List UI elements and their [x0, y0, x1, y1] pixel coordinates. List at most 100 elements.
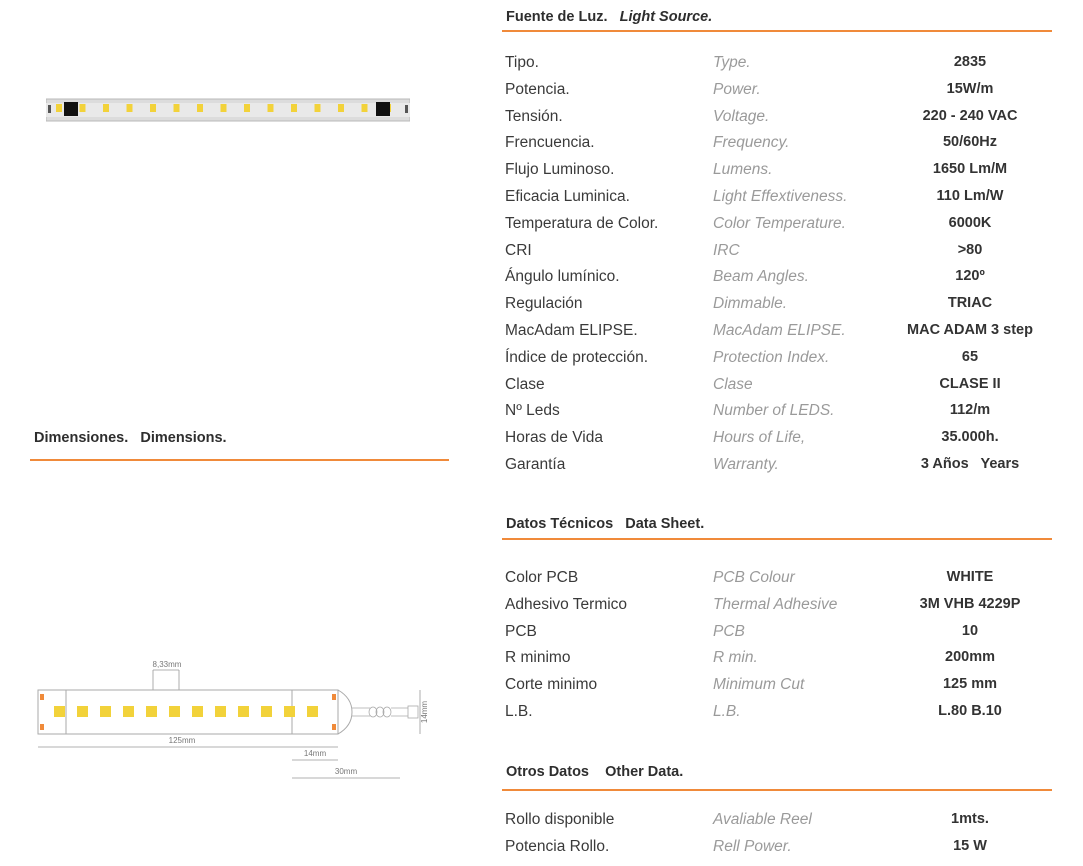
- drawing-led: [261, 706, 272, 717]
- spec-label-es: Adhesivo Termico: [505, 595, 628, 613]
- data-sheet-divider: [502, 538, 1052, 540]
- spec-row: Rollo disponible Avaliable Reel 1mts.: [505, 811, 1065, 831]
- spec-row: Nº Leds Number of LEDS. 112/m: [505, 402, 1065, 422]
- spec-value: CLASE II: [939, 375, 1001, 392]
- spec-label-en: PCB: [713, 622, 745, 640]
- spec-label-es: R minimo: [505, 649, 571, 667]
- spec-label-en: L.B.: [713, 703, 741, 720]
- drawing-led: [169, 706, 180, 717]
- spec-row: Potencia. Power. 15W/m: [505, 81, 1065, 101]
- spec-label-es: Índice de protección.: [505, 348, 649, 366]
- spec-value: 120º: [955, 268, 985, 285]
- spec-label-es: Eficacia Luminica.: [505, 188, 630, 205]
- spec-row: Clase Clase CLASE II: [505, 376, 1065, 396]
- spec-label-es: Nº Leds: [505, 402, 560, 420]
- dimensions-divider: [30, 459, 449, 461]
- spec-row: R minimo R min. 200mm: [505, 649, 1065, 669]
- photo-led: [79, 104, 86, 112]
- spec-value: 110 Lm/W: [936, 188, 1004, 204]
- spec-row: Color PCB PCB Colour WHITE: [505, 569, 1065, 589]
- spec-row: Adhesivo Termico Thermal Adhesive 3M VHB 4…: [505, 596, 1065, 616]
- spec-label-en: Hours of Life,: [713, 429, 806, 447]
- spec-row: Horas de Vida Hours of Life, 35.000h.: [505, 429, 1065, 449]
- spec-row: Tensión. Voltage. 220 - 240 VAC: [505, 108, 1065, 128]
- photo-led: [267, 104, 274, 112]
- drawing-led: [215, 706, 226, 717]
- photo-led: [220, 104, 227, 112]
- spec-row: Eficacia Luminica. Light Effextiveness. 11…: [505, 188, 1065, 208]
- spec-value: WHITE: [946, 569, 994, 585]
- drawing-led: [100, 706, 111, 717]
- drawing-led: [77, 706, 88, 717]
- spec-label-en: MacAdam ELIPSE.: [713, 322, 846, 339]
- spec-row: Temperatura de Color. Color Temperature. 6…: [505, 215, 1065, 235]
- spec-label-en: Clase: [713, 375, 753, 393]
- spec-label-en: R min.: [713, 649, 758, 667]
- spec-label-es: Potencia.: [505, 80, 570, 98]
- drawing-led: [238, 706, 249, 717]
- spec-label-en: Warranty.: [713, 456, 779, 473]
- spec-label-es: L.B.: [505, 703, 533, 720]
- spec-label-en: PCB Colour: [713, 569, 795, 586]
- spec-label-en: Minimum Cut: [713, 676, 805, 694]
- spec-label-es: Ángulo lumínico.: [505, 268, 620, 286]
- spec-row: MacAdam ELIPSE. MacAdam ELIPSE. MAC ADAM 3…: [505, 322, 1065, 342]
- cable-connector: [352, 705, 419, 719]
- spec-label-es: Tipo.: [505, 54, 539, 71]
- spec-label-en: Type.: [713, 54, 751, 71]
- photo-led: [197, 104, 203, 112]
- spec-label-en: Voltage.: [713, 107, 770, 125]
- spec-label-en: Color Temperature.: [713, 214, 846, 232]
- spec-value: 220 - 240 VAC: [922, 107, 1018, 124]
- photo-led: [291, 104, 297, 112]
- spec-label-en: Lumens.: [713, 161, 773, 179]
- spec-label-es: Tensión.: [505, 107, 563, 125]
- spec-label-en: Rell Power.: [713, 837, 792, 855]
- spec-row: Tipo. Type. 2835: [505, 54, 1065, 74]
- spec-row: Ángulo lumínico. Beam Angles. 120º: [505, 268, 1065, 288]
- light-source-heading-en: Light Source.: [619, 9, 713, 25]
- other-data-divider: [502, 789, 1052, 791]
- spec-value: 10: [961, 622, 979, 639]
- dimensions-heading: Dimensiones. Dimensions.: [34, 430, 227, 446]
- spec-label-en: Light Effextiveness.: [713, 188, 848, 205]
- spec-label-es: PCB: [505, 622, 537, 640]
- spec-label-es: Regulación: [505, 295, 583, 313]
- drawing-led: [192, 706, 203, 717]
- spec-label-en: IRC: [713, 241, 740, 259]
- spec-label-en: Avaliable Reel: [713, 811, 812, 828]
- spec-value: 3M VHB 4229P: [919, 595, 1021, 612]
- spec-value: 112/m: [949, 402, 991, 419]
- spec-label-es: Garantía: [505, 456, 566, 473]
- photo-led: [126, 104, 133, 112]
- dimension-drawing: 8,33mm 14mm 125mm 14mm 30mm: [37, 660, 429, 779]
- spec-label-en: Number of LEDS.: [713, 402, 835, 420]
- spec-row: Índice de protección. Protection Index. 65: [505, 349, 1065, 369]
- spec-label-es: Corte minimo: [505, 676, 598, 694]
- spec-value: 1650 Lm/M: [932, 161, 1008, 178]
- spec-row: Flujo Luminoso. Lumens. 1650 Lm/M: [505, 161, 1065, 181]
- end-cap-label: 14mm: [304, 749, 327, 758]
- spec-label-es: Clase: [505, 375, 545, 393]
- light-source-heading-es: Fuente de Luz.: [506, 9, 608, 25]
- photo-led: [103, 104, 109, 112]
- pitch-label: 8,33mm: [153, 660, 182, 669]
- spec-row: Garantía Warranty. 3 Años Years: [505, 456, 1065, 476]
- spec-label-es: CRI: [505, 241, 532, 259]
- spec-label-en: Thermal Adhesive: [713, 595, 838, 613]
- data-sheet-heading: Datos Técnicos Data Sheet.: [506, 516, 705, 532]
- photo-led: [244, 104, 250, 112]
- spec-value: MAC ADAM 3 step: [907, 322, 1033, 338]
- spec-value: 200mm: [945, 649, 995, 666]
- spec-row: Frencuencia. Frequency. 50/60Hz: [505, 134, 1065, 154]
- photo-led: [314, 104, 321, 112]
- spec-value: TRIAC: [947, 295, 993, 312]
- light-source-heading: Fuente de Luz. Light Source.: [506, 9, 712, 25]
- spec-row: Regulación Dimmable. TRIAC: [505, 295, 1065, 315]
- spec-value: 3 Años Years: [920, 456, 1020, 472]
- height-label: 14mm: [420, 701, 429, 724]
- spec-value: 50/60Hz: [942, 134, 997, 151]
- spec-value: 2835: [953, 54, 987, 70]
- spec-row: PCB PCB 10: [505, 623, 1065, 643]
- photo-led: [56, 104, 62, 112]
